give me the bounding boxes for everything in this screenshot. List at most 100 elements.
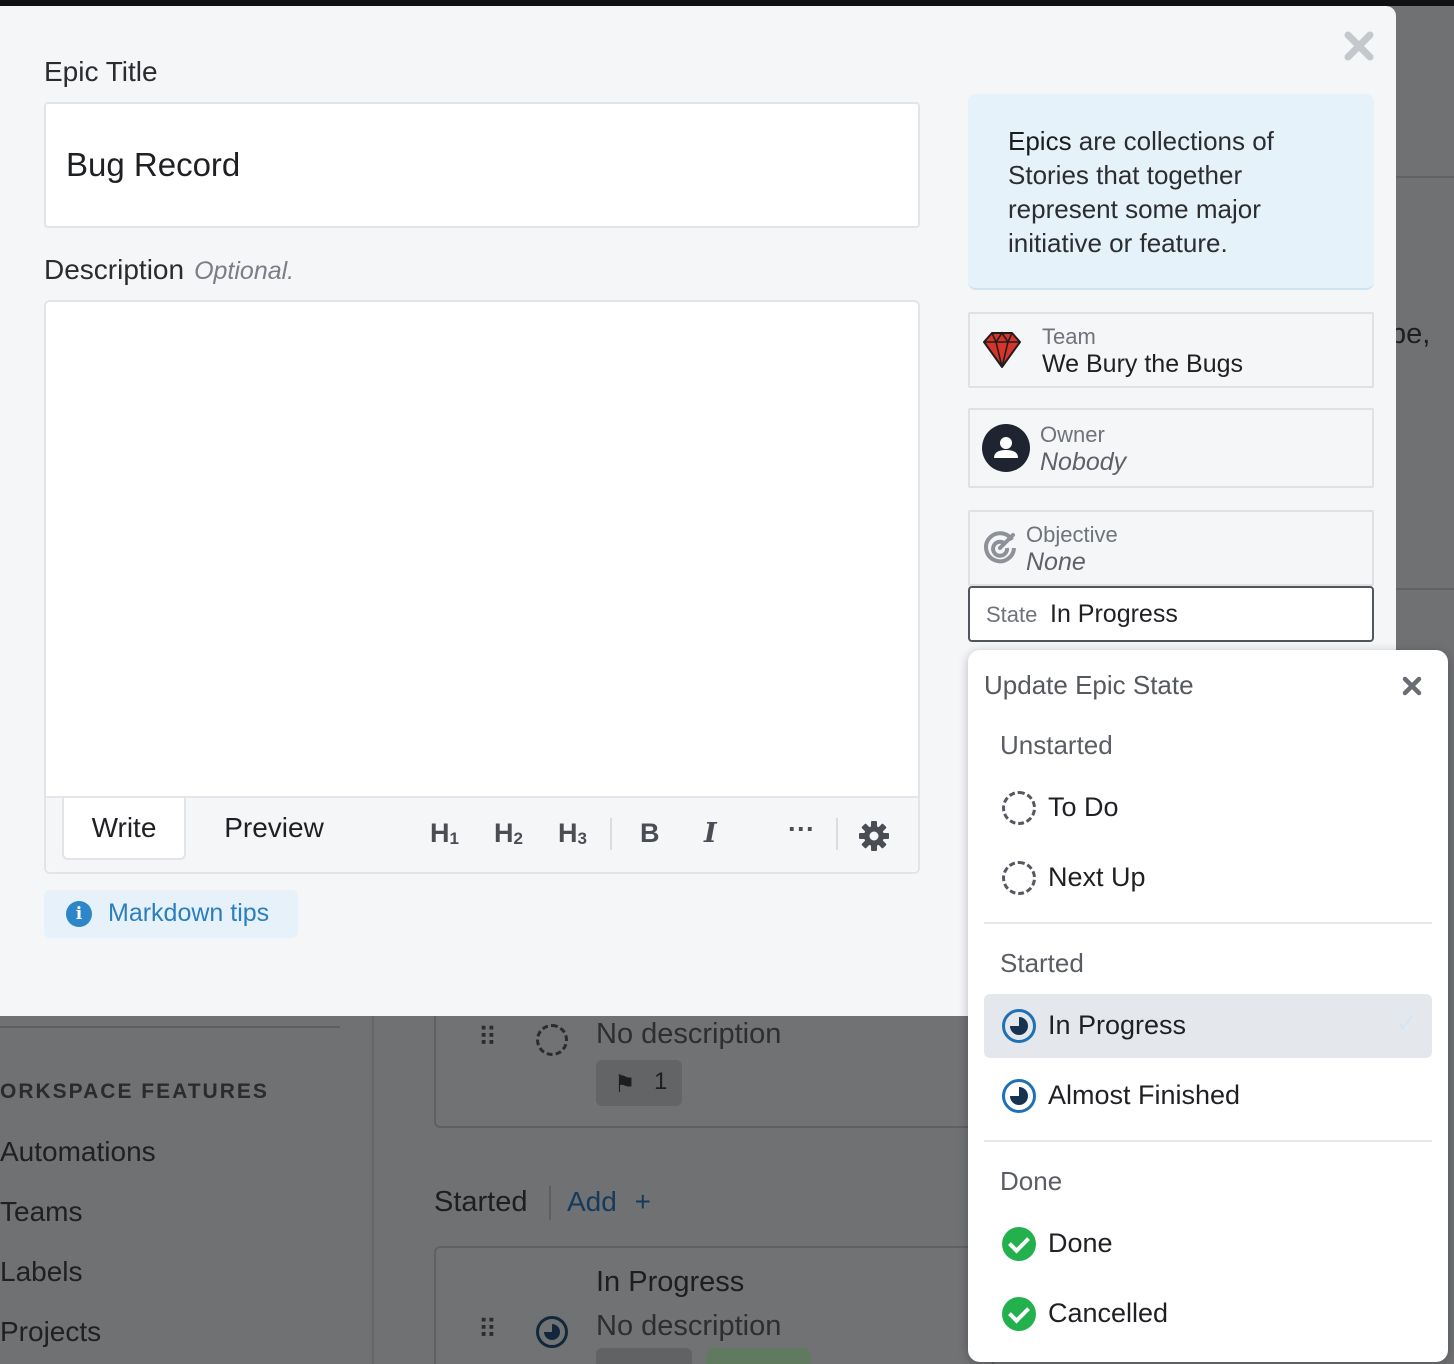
state-option-next-up[interactable]: Next Up xyxy=(984,846,1432,910)
bg-card2-title: In Progress xyxy=(596,1266,745,1298)
flag-icon: ⚑ xyxy=(614,1071,636,1098)
state-option-label: Next Up xyxy=(1048,862,1146,892)
check-icon: ✓ xyxy=(1396,1008,1418,1038)
toolbar-separator xyxy=(610,818,612,850)
bg-sidebar-item-automations[interactable]: Automations xyxy=(0,1136,156,1168)
description-textarea[interactable] xyxy=(46,302,918,796)
bg-column-header: Started xyxy=(434,1186,528,1218)
started-state-icon xyxy=(1002,1009,1036,1043)
state-option-in-progress[interactable]: In Progress ✓ xyxy=(984,994,1432,1058)
started-state-icon xyxy=(1002,1079,1036,1113)
description-label-text: Description xyxy=(44,254,185,285)
owner-value: Nobody xyxy=(1040,448,1127,476)
ruby-gem-icon xyxy=(983,331,1021,368)
epic-title-label: Epic Title xyxy=(44,56,158,87)
group-unstarted: Unstarted xyxy=(1000,730,1113,760)
toolbar-separator xyxy=(836,818,838,850)
italic-button[interactable]: I xyxy=(704,818,717,849)
dropdown-title: Update Epic State xyxy=(984,670,1194,700)
objective-value: None xyxy=(1026,548,1086,576)
in-progress-state-icon xyxy=(536,1316,568,1348)
tab-preview[interactable]: Preview xyxy=(222,798,326,860)
heading3-button[interactable]: H3 xyxy=(558,818,587,849)
unstarted-state-icon xyxy=(536,1024,568,1056)
state-option-label: In Progress xyxy=(1048,1010,1187,1040)
bg-card2-description: No description xyxy=(596,1310,782,1342)
description-editor: Write Preview H1 H2 H3 B I ··· xyxy=(44,300,920,874)
heading1-letter: H xyxy=(430,818,450,848)
bg-sidebar-item-projects[interactable]: Projects xyxy=(0,1316,101,1348)
team-label: Team xyxy=(1042,324,1096,349)
group-done: Done xyxy=(1000,1166,1063,1196)
bg-sidebar-section-title: ORKSPACE FEATURES xyxy=(0,1080,269,1103)
drag-handle-icon[interactable]: ⠿ xyxy=(478,1022,497,1053)
state-value: In Progress xyxy=(1050,600,1178,628)
unstarted-state-icon xyxy=(1002,791,1036,825)
bg-add-label: Add xyxy=(567,1186,617,1217)
state-option-label: Done xyxy=(1048,1228,1113,1258)
tab-write[interactable]: Write xyxy=(62,798,186,860)
drag-handle-icon[interactable]: ⠿ xyxy=(478,1314,497,1345)
bg-badge-green xyxy=(706,1348,810,1364)
heading3-sub: 3 xyxy=(577,829,587,848)
markdown-tips-button[interactable]: i Markdown tips xyxy=(44,890,298,938)
objective-label: Objective xyxy=(1026,522,1118,547)
bg-card-description: No description xyxy=(596,1018,782,1050)
state-option-almost-finished[interactable]: Almost Finished xyxy=(984,1064,1432,1128)
heading2-sub: 2 xyxy=(513,829,523,848)
bg-flag-badge: ⚑ 1 xyxy=(596,1060,682,1106)
bg-add-button[interactable]: Add + xyxy=(567,1186,651,1218)
state-option-label: To Do xyxy=(1048,792,1119,822)
markdown-tips-label: Markdown tips xyxy=(108,899,270,927)
bg-flag-count: 1 xyxy=(654,1068,668,1095)
bg-story-card-2[interactable] xyxy=(434,1246,994,1364)
state-label: State xyxy=(986,602,1038,627)
epic-help-box: Epics are collections of Stories that to… xyxy=(968,94,1374,290)
owner-label: Owner xyxy=(1040,422,1105,447)
gear-icon[interactable] xyxy=(858,820,890,852)
unstarted-state-icon xyxy=(1002,861,1036,895)
epic-title-input[interactable] xyxy=(44,102,920,228)
bg-column-divider xyxy=(372,1016,374,1364)
bg-badge xyxy=(596,1348,692,1364)
team-value: We Bury the Bugs xyxy=(1042,350,1244,378)
heading2-letter: H xyxy=(494,818,514,848)
team-field[interactable]: Team We Bury the Bugs xyxy=(968,312,1374,388)
heading1-sub: 1 xyxy=(449,829,459,848)
bg-sidebar-item-labels[interactable]: Labels xyxy=(0,1256,83,1288)
group-started: Started xyxy=(1000,948,1084,978)
owner-field[interactable]: Owner Nobody xyxy=(968,408,1374,488)
update-epic-state-dropdown: Update Epic State Unstarted To Do Next U… xyxy=(968,650,1448,1362)
done-state-icon xyxy=(1002,1297,1036,1331)
state-option-to-do[interactable]: To Do xyxy=(984,776,1432,840)
editor-toolbar: Write Preview H1 H2 H3 B I ··· xyxy=(46,796,918,872)
close-icon[interactable] xyxy=(1341,28,1377,64)
bg-sidebar-divider xyxy=(0,1026,340,1028)
description-optional-hint: Optional. xyxy=(194,257,295,285)
done-state-icon xyxy=(1002,1227,1036,1261)
state-option-cancelled[interactable]: Cancelled xyxy=(984,1282,1432,1346)
avatar-icon xyxy=(982,424,1030,472)
plus-icon: + xyxy=(634,1186,651,1217)
state-option-done[interactable]: Done xyxy=(984,1212,1432,1276)
bg-right-panel xyxy=(1396,176,1454,590)
bold-button[interactable]: B xyxy=(640,818,660,849)
state-option-label: Almost Finished xyxy=(1048,1080,1241,1110)
description-label: Description Optional. xyxy=(44,254,294,286)
info-icon: i xyxy=(66,901,92,927)
bg-sidebar-item-teams[interactable]: Teams xyxy=(0,1196,82,1228)
state-field[interactable]: State In Progress xyxy=(968,586,1374,642)
bg-right-text-fragment: be, xyxy=(1390,318,1431,350)
close-icon[interactable] xyxy=(1400,674,1424,698)
heading2-button[interactable]: H2 xyxy=(494,818,523,849)
objective-field[interactable]: Objective None xyxy=(968,510,1374,586)
bg-column-header-sep xyxy=(549,1186,551,1220)
more-options-button[interactable]: ··· xyxy=(788,814,815,845)
heading3-letter: H xyxy=(558,818,578,848)
state-option-label: Cancelled xyxy=(1048,1298,1169,1328)
target-icon xyxy=(984,531,1016,564)
heading1-button[interactable]: H1 xyxy=(430,818,459,849)
group-divider xyxy=(984,1140,1432,1142)
group-divider xyxy=(984,922,1432,924)
help-strong: Epics xyxy=(1008,126,1072,156)
